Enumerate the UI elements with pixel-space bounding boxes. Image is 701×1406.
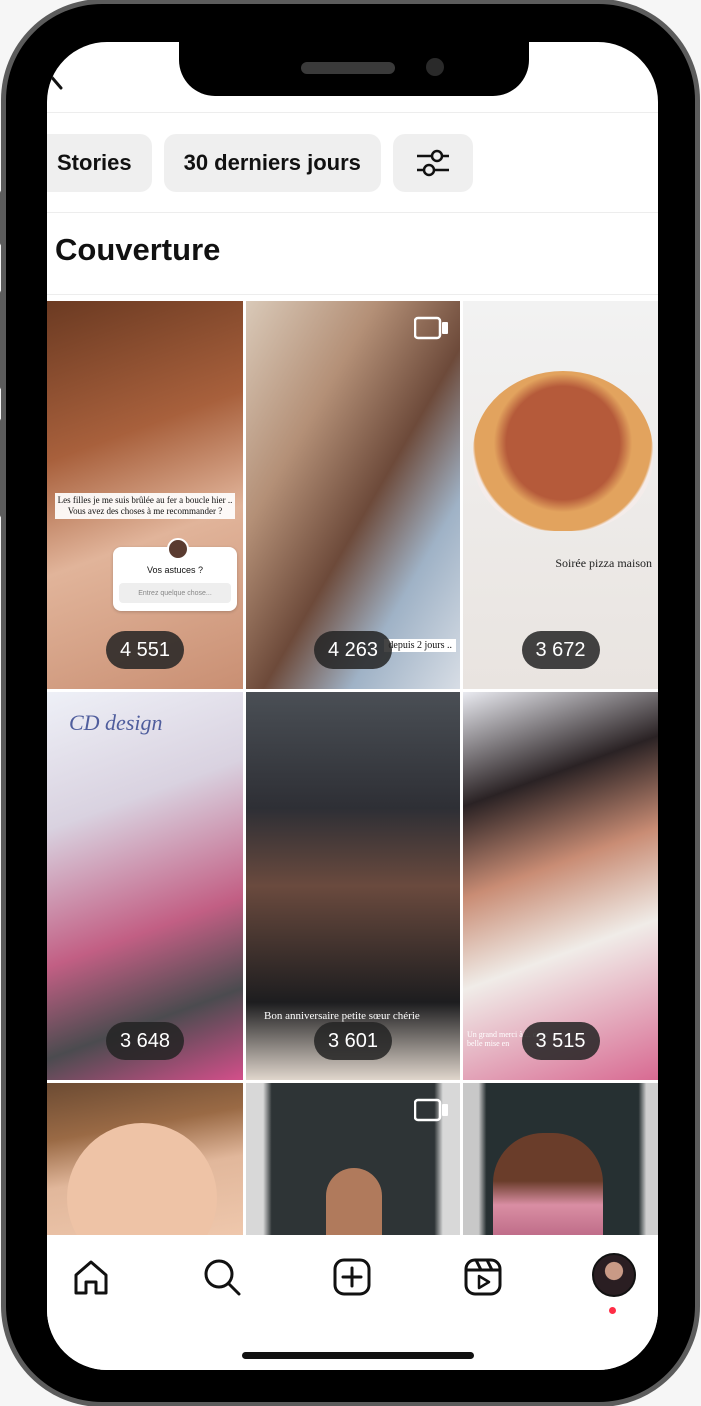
story-thumbnail[interactable]: CD design 3 648 [47, 692, 243, 1080]
pizza-image [473, 371, 653, 531]
notification-dot [609, 1307, 616, 1314]
back-arrow-icon[interactable] [47, 70, 67, 94]
story-thumbnail[interactable] [463, 1083, 658, 1243]
reach-count: 3 601 [314, 1022, 392, 1060]
screen: Stories 30 derniers jours Couverture Les… [47, 42, 658, 1370]
reels-icon[interactable] [461, 1255, 505, 1299]
notch [179, 42, 529, 96]
story-thumbnail[interactable]: Un grand merci à ... cette belle mise en… [463, 692, 658, 1080]
bottom-navigation [47, 1235, 658, 1370]
video-icon [414, 1098, 448, 1122]
reach-count: 3 515 [521, 1022, 600, 1060]
mirror-selfie [493, 1133, 603, 1243]
header-divider [47, 112, 658, 113]
video-icon [414, 316, 448, 340]
story-caption: Les filles je me suis brûlée au fer a bo… [55, 493, 235, 519]
divider [47, 212, 658, 213]
question-sticker: Vos astuces ? Entrez quelque chose... [113, 538, 237, 611]
mirror-selfie [326, 1168, 382, 1243]
story-thumbnail[interactable] [246, 1083, 460, 1243]
front-camera [426, 58, 444, 76]
story-caption: depuis 2 jours .. [384, 639, 456, 652]
divider [47, 294, 658, 295]
speaker [301, 62, 395, 74]
story-thumbnail[interactable] [47, 1083, 243, 1243]
avatar[interactable] [592, 1253, 636, 1297]
reach-count: 4 263 [314, 631, 392, 669]
story-caption: Bon anniversaire petite sœur chérie [264, 1010, 420, 1022]
reach-count: 3 672 [521, 631, 600, 669]
reach-count: 4 551 [106, 631, 184, 669]
story-thumbnail[interactable]: Les filles je me suis brûlée au fer a bo… [47, 301, 243, 689]
home-icon[interactable] [69, 1255, 113, 1299]
story-thumbnail[interactable]: Soirée pizza maison 3 672 [463, 301, 658, 689]
period-filter[interactable]: 30 derniers jours [163, 134, 381, 192]
plus-square-icon[interactable] [330, 1255, 374, 1299]
story-caption: Soirée pizza maison [555, 556, 652, 570]
phone-frame: Stories 30 derniers jours Couverture Les… [6, 4, 695, 1402]
question-avatar [167, 538, 189, 560]
filter-chips: Stories 30 derniers jours [47, 134, 473, 192]
child-face [67, 1123, 217, 1243]
story-thumbnail[interactable]: depuis 2 jours .. 4 263 [246, 301, 460, 689]
search-icon[interactable] [200, 1255, 244, 1299]
section-title: Couverture [55, 232, 221, 267]
reach-count: 3 648 [106, 1022, 184, 1060]
story-caption: CD design [69, 710, 163, 735]
question-input: Entrez quelque chose... [119, 583, 231, 603]
home-indicator[interactable] [242, 1352, 474, 1359]
question-text: Vos astuces ? [146, 565, 204, 575]
sliders-icon [416, 149, 449, 177]
filter-settings-button[interactable] [392, 134, 473, 192]
story-thumbnail[interactable]: Bon anniversaire petite sœur chérie 3 60… [246, 692, 460, 1080]
content-type-filter[interactable]: Stories [47, 134, 152, 192]
